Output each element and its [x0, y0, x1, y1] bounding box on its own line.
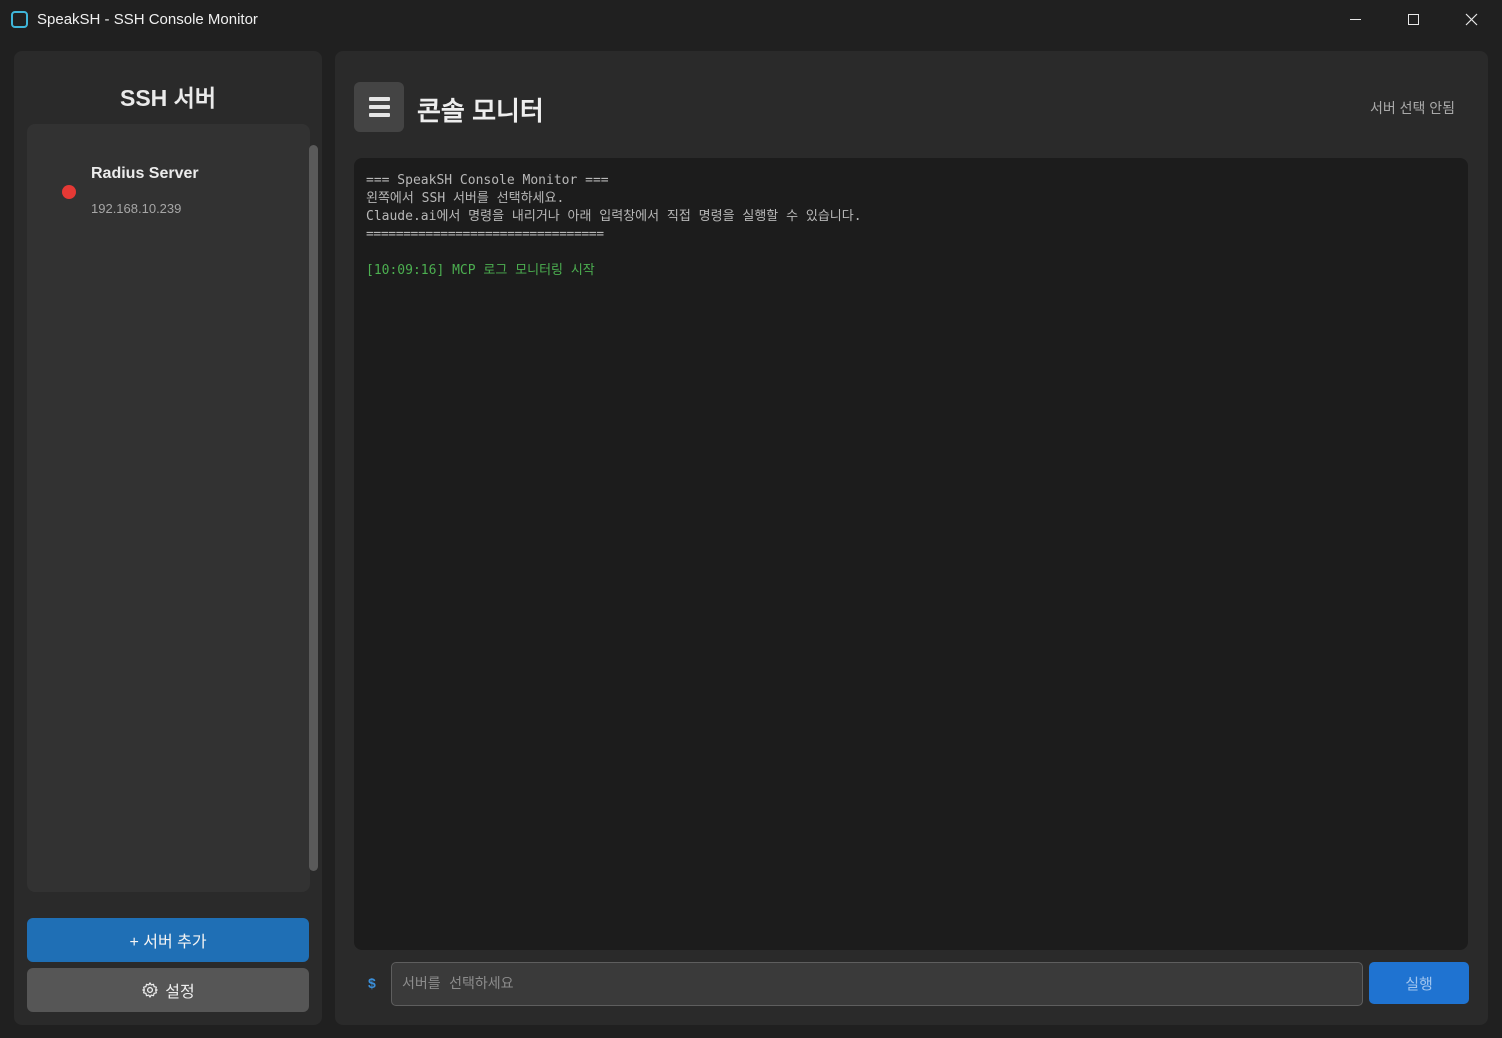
server-list: Radius Server 192.168.10.239 [27, 124, 318, 892]
minimize-button[interactable] [1326, 0, 1384, 38]
server-status-text: 서버 선택 안됨 [1369, 100, 1455, 116]
hamburger-menu-icon [368, 97, 390, 101]
add-server-button[interactable]: + 서버 추가 [27, 918, 309, 962]
minimize-icon [1349, 18, 1361, 20]
sidebar: SSH 서버 Radius Server 192.168.10.239 + 서버… [14, 51, 322, 1025]
console-output: === SpeakSH Console Monitor === 왼쪽에서 SSH… [354, 158, 1468, 950]
console-line: 왼쪽에서 SSH 서버를 선택하세요. [366, 191, 565, 206]
add-server-label: + 서버 추가 [129, 934, 207, 951]
server-ip: 192.168.10.239 [91, 201, 182, 216]
app-icon [11, 11, 28, 28]
close-button[interactable] [1442, 0, 1500, 38]
console-line: === SpeakSH Console Monitor === [366, 173, 609, 188]
settings-label: 설정 [165, 984, 195, 1001]
menu-button[interactable] [354, 82, 404, 132]
hamburger-menu-icon-bar [368, 105, 390, 109]
run-button[interactable]: 실행 [1369, 962, 1469, 1004]
title-bar: SpeakSH - SSH Console Monitor [0, 0, 1502, 38]
server-status-dot-icon [62, 185, 76, 199]
server-item[interactable]: Radius Server 192.168.10.239 [27, 124, 287, 234]
main-panel: 콘솔 모니터 서버 선택 안됨 === SpeakSH Console Moni… [335, 51, 1488, 1025]
console-separator: ================================ [366, 227, 604, 242]
sidebar-title: SSH 서버 [119, 85, 216, 111]
hamburger-menu-icon-bar [368, 113, 390, 117]
maximize-icon [1407, 13, 1419, 25]
prompt-symbol: $ [368, 975, 376, 991]
console-log-line: [10:09:16] MCP 로그 모니터링 시작 [366, 263, 595, 278]
settings-button[interactable]: 설정 [27, 968, 309, 1012]
run-label: 실행 [1405, 975, 1433, 993]
maximize-button[interactable] [1384, 0, 1442, 38]
server-list-scrollbar[interactable] [309, 145, 318, 871]
gear-icon [142, 982, 158, 998]
window-title: SpeakSH - SSH Console Monitor [37, 11, 258, 28]
server-name: Radius Server [91, 165, 199, 182]
close-icon [1465, 13, 1477, 25]
page-title: 콘솔 모니터 [417, 96, 544, 126]
command-input[interactable] [391, 962, 1363, 1006]
console-line: Claude.ai에서 명령을 내리거나 아래 입력창에서 직접 명령을 실행할… [366, 209, 862, 224]
